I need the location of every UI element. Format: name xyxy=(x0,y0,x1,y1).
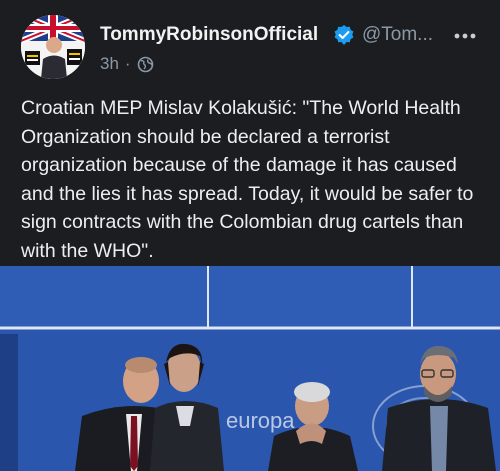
video-thumbnail: europa xyxy=(0,266,500,471)
post-meta: 3h · xyxy=(100,53,154,75)
backdrop-text: europa xyxy=(226,408,295,433)
verified-badge-icon xyxy=(333,24,355,46)
post-media[interactable]: europa xyxy=(0,266,500,471)
post-time[interactable]: 3h xyxy=(100,54,119,74)
post-card: TommyRobinsonOfficial @Tom... 3h · Croat… xyxy=(0,0,500,471)
author-handle[interactable]: @Tom... xyxy=(362,24,433,46)
more-options-icon xyxy=(454,33,476,39)
globe-icon xyxy=(137,56,154,73)
post-text: Croatian MEP Mislav Kolakušić: "The Worl… xyxy=(21,97,474,262)
more-options-button[interactable] xyxy=(448,22,482,48)
meta-separator: · xyxy=(124,54,131,73)
author-avatar[interactable] xyxy=(21,15,85,79)
author-name[interactable]: TommyRobinsonOfficial xyxy=(100,24,318,46)
profile-photo-icon xyxy=(21,15,85,79)
